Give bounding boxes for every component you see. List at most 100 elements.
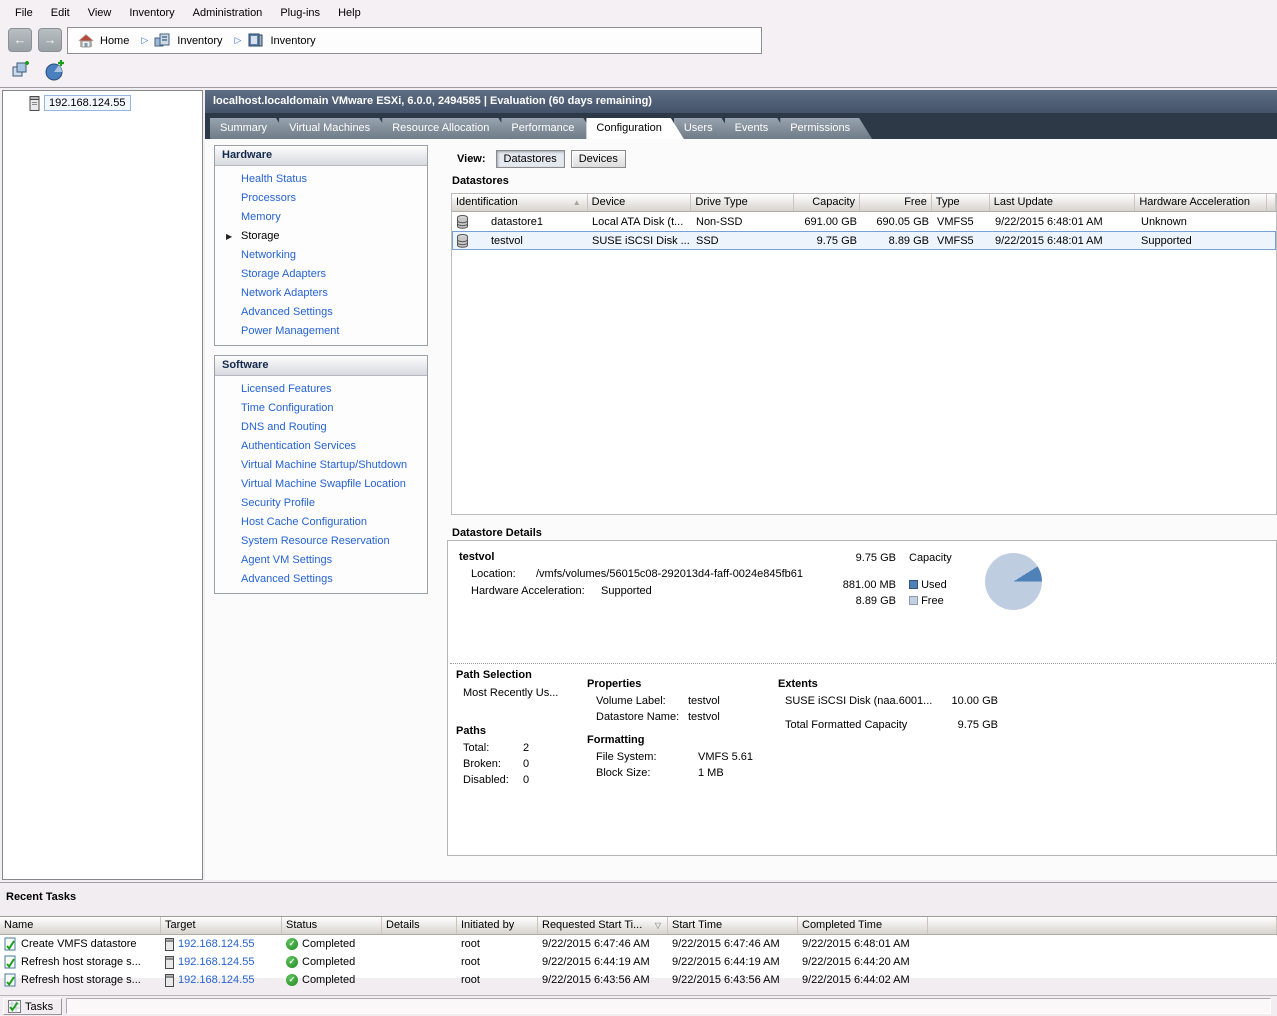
- datastore-details-panel: testvol Location: /vmfs/volumes/56015c08…: [447, 540, 1277, 856]
- task-icon: [4, 937, 17, 951]
- paths-title: Paths: [456, 725, 486, 737]
- task-target-link[interactable]: 192.168.124.55: [178, 956, 254, 968]
- menu-inventory[interactable]: Inventory: [120, 4, 183, 22]
- tab-configuration[interactable]: Configuration: [586, 118, 683, 139]
- block-size-label: Block Size:: [596, 767, 650, 779]
- software-item-time-configuration[interactable]: Time Configuration: [215, 399, 427, 418]
- menu-bar: File Edit View Inventory Administration …: [0, 0, 1277, 25]
- menu-plugins[interactable]: Plug-ins: [271, 4, 329, 22]
- paths-disabled-value: 0: [523, 774, 529, 786]
- detail-hw-accel-value: Supported: [601, 585, 652, 597]
- software-item-licensed-features[interactable]: Licensed Features: [215, 380, 427, 399]
- hardware-item-networking[interactable]: Networking: [215, 246, 427, 265]
- tab-virtual-machines[interactable]: Virtual Machines: [279, 118, 392, 139]
- column-header-status[interactable]: Status: [282, 917, 382, 934]
- breadcrumb-inventory-2[interactable]: Inventory: [270, 35, 321, 47]
- paths-total-label: Total:: [463, 742, 489, 754]
- datastore-details-section-title: Datastore Details: [452, 527, 542, 539]
- column-header-filler: [928, 917, 1277, 934]
- column-header-requested-start-time[interactable]: Requested Start Ti...▽: [538, 917, 668, 934]
- tab-permissions[interactable]: Permissions: [780, 118, 872, 139]
- task-target-link[interactable]: 192.168.124.55: [178, 974, 254, 986]
- breadcrumb-home[interactable]: Home: [100, 35, 135, 47]
- file-system-value: VMFS 5.61: [698, 751, 753, 763]
- tasks-button[interactable]: Tasks: [3, 998, 62, 1015]
- tab-summary[interactable]: Summary: [210, 118, 289, 139]
- tasks-icon: [8, 1000, 21, 1013]
- software-item-host-cache-configuration[interactable]: Host Cache Configuration: [215, 513, 427, 532]
- column-header-name[interactable]: Name: [0, 917, 161, 934]
- software-item-authentication-services[interactable]: Authentication Services: [215, 437, 427, 456]
- paths-disabled-label: Disabled:: [463, 774, 509, 786]
- view-datastores-button[interactable]: Datastores: [496, 150, 565, 168]
- column-header-target[interactable]: Target: [161, 917, 282, 934]
- column-header-capacity[interactable]: Capacity: [794, 194, 860, 211]
- back-arrow-icon: ←: [14, 32, 27, 47]
- hardware-item-storage-adapters[interactable]: Storage Adapters: [215, 265, 427, 284]
- column-header-start-time[interactable]: Start Time: [668, 917, 798, 934]
- volume-label-label: Volume Label:: [596, 695, 666, 707]
- add-host-icon[interactable]: [10, 60, 32, 82]
- software-item-security-profile[interactable]: Security Profile: [215, 494, 427, 513]
- column-header-last-update[interactable]: Last Update: [990, 194, 1136, 211]
- chevron-right-icon: ▷: [235, 35, 242, 46]
- tasks-button-label: Tasks: [25, 1001, 53, 1013]
- view-bar: View: Datastores Devices: [457, 150, 626, 168]
- column-header-free[interactable]: Free: [860, 194, 932, 211]
- home-icon: [78, 34, 94, 48]
- column-header-drive-type[interactable]: Drive Type: [691, 194, 794, 211]
- hardware-item-health-status[interactable]: Health Status: [215, 170, 427, 189]
- view-devices-button[interactable]: Devices: [571, 150, 626, 168]
- back-button[interactable]: ←: [8, 28, 32, 52]
- column-header-device[interactable]: Device: [588, 194, 692, 211]
- column-header-completed-time[interactable]: Completed Time: [798, 917, 928, 934]
- menu-file[interactable]: File: [6, 4, 42, 22]
- column-header-type[interactable]: Type: [932, 194, 990, 211]
- task-target-link[interactable]: 192.168.124.55: [178, 938, 254, 950]
- software-item-vm-startup-shutdown[interactable]: Virtual Machine Startup/Shutdown: [215, 456, 427, 475]
- paths-broken-value: 0: [523, 758, 529, 770]
- datastore-row-testvol[interactable]: testvol SUSE iSCSI Disk ... SSD 9.75 GB …: [452, 231, 1276, 250]
- forward-button[interactable]: →: [38, 28, 62, 52]
- menu-help[interactable]: Help: [329, 4, 370, 22]
- path-selection-title: Path Selection: [456, 669, 532, 681]
- task-row-create-vmfs[interactable]: Create VMFS datastore 192.168.124.55 ✓Co…: [0, 935, 1277, 953]
- software-item-agent-vm-settings[interactable]: Agent VM Settings: [215, 551, 427, 570]
- task-row-refresh-storage-2[interactable]: Refresh host storage s... 192.168.124.55…: [0, 971, 1277, 989]
- detail-location-value: /vmfs/volumes/56015c08-292013d4-faff-002…: [536, 568, 803, 580]
- hardware-item-processors[interactable]: Processors: [215, 189, 427, 208]
- column-header-details[interactable]: Details: [382, 917, 457, 934]
- free-legend-swatch: [909, 596, 918, 605]
- software-item-dns-routing[interactable]: DNS and Routing: [215, 418, 427, 437]
- column-header-initiated-by[interactable]: Initiated by: [457, 917, 538, 934]
- hardware-item-advanced-settings[interactable]: Advanced Settings: [215, 303, 427, 322]
- tab-resource-allocation[interactable]: Resource Allocation: [382, 118, 511, 139]
- chevron-right-icon: ▷: [141, 35, 148, 46]
- column-header-identification[interactable]: Identification▲: [452, 194, 588, 211]
- hardware-item-network-adapters[interactable]: Network Adapters: [215, 284, 427, 303]
- menu-view[interactable]: View: [79, 4, 121, 22]
- new-datastore-icon[interactable]: [44, 60, 66, 82]
- view-label: View:: [457, 153, 486, 165]
- column-header-hardware-acceleration[interactable]: Hardware Acceleration: [1135, 194, 1267, 211]
- software-item-vm-swapfile-location[interactable]: Virtual Machine Swapfile Location: [215, 475, 427, 494]
- hardware-item-power-management[interactable]: Power Management: [215, 322, 427, 341]
- tree-host-item[interactable]: 192.168.124.55: [29, 95, 131, 111]
- inventory-icon: [154, 33, 171, 48]
- completed-status-icon: ✓: [286, 974, 298, 986]
- tab-performance[interactable]: Performance: [501, 118, 596, 139]
- recent-tasks-header: Name Target Status Details Initiated by …: [0, 917, 1277, 935]
- nav-toolbar: ← → Home ▷ Inventory ▷ Inventory: [0, 25, 1277, 56]
- software-item-advanced-settings[interactable]: Advanced Settings: [215, 570, 427, 589]
- menu-edit[interactable]: Edit: [42, 4, 79, 22]
- software-item-system-resource-reservation[interactable]: System Resource Reservation: [215, 532, 427, 551]
- task-row-refresh-storage-1[interactable]: Refresh host storage s... 192.168.124.55…: [0, 953, 1277, 971]
- hardware-item-storage[interactable]: ▶Storage: [215, 227, 427, 246]
- formatting-title: Formatting: [587, 734, 644, 746]
- total-formatted-capacity-label: Total Formatted Capacity: [785, 719, 907, 731]
- extent-device-value: 10.00 GB: [908, 695, 998, 707]
- breadcrumb-inventory-1[interactable]: Inventory: [177, 35, 228, 47]
- menu-administration[interactable]: Administration: [184, 4, 272, 22]
- datastore-row-datastore1[interactable]: datastore1 Local ATA Disk (t... Non-SSD …: [452, 212, 1276, 231]
- hardware-item-memory[interactable]: Memory: [215, 208, 427, 227]
